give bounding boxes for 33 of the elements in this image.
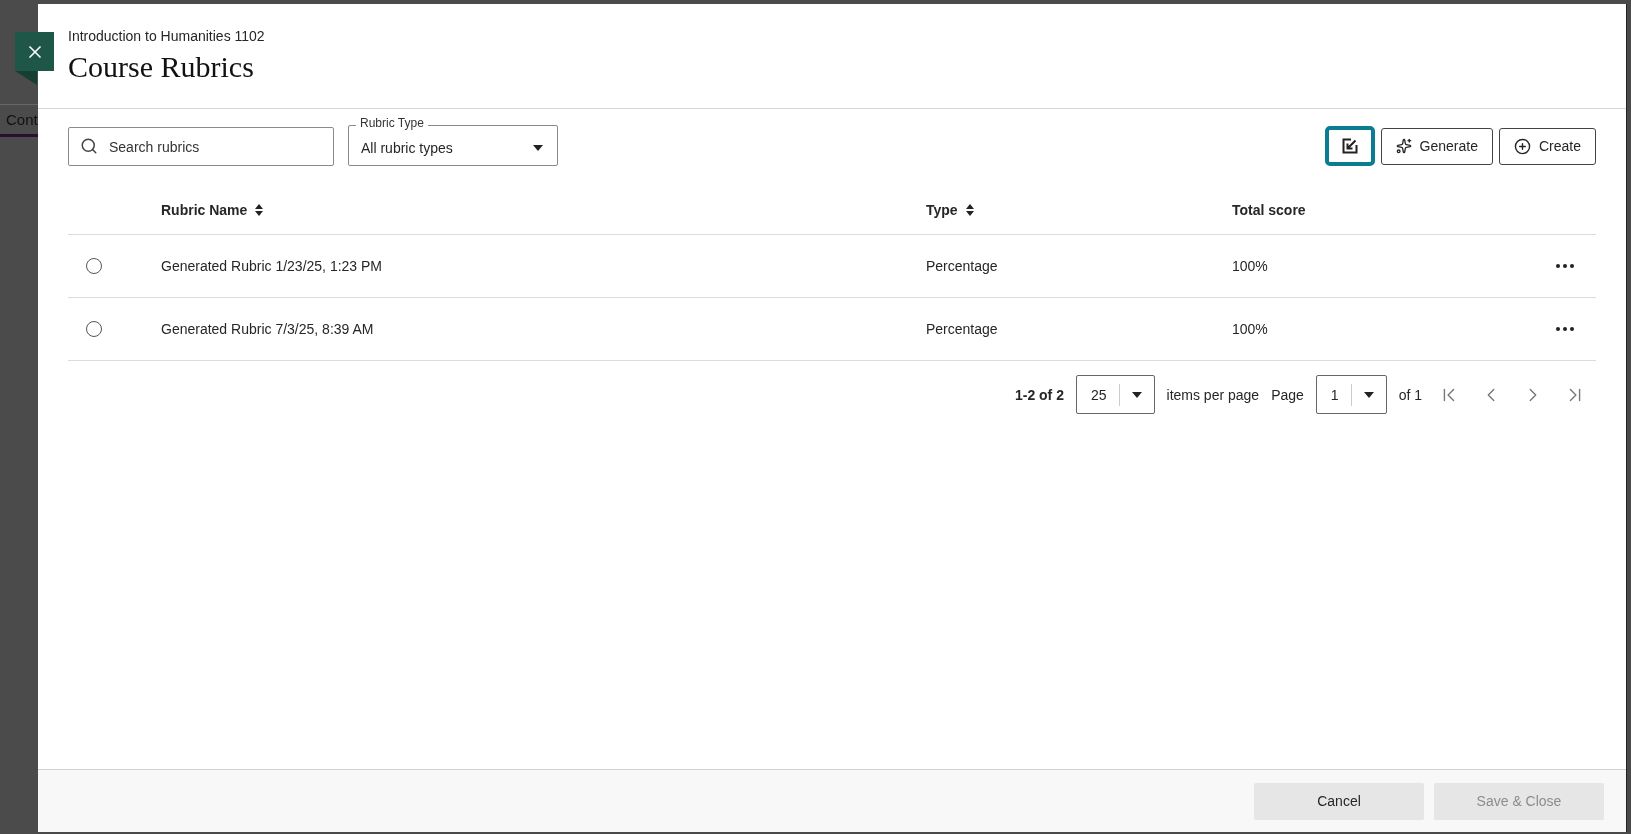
table-cell-text: 100% [1232,258,1269,274]
table-cell-text: Generated Rubric 7/3/25, 8:39 AM [161,321,375,337]
table-cell-text: 100% [1232,321,1269,337]
per-page-select[interactable]: 25 [1075,375,1155,414]
sort-icon[interactable] [965,204,974,216]
table-cell-text: Percentage [926,258,999,274]
page-select[interactable]: 1 [1315,375,1387,414]
table-cell-text: Generated Rubric 1/23/25, 1:23 PM [161,258,384,274]
create-button[interactable]: Create [1498,127,1596,165]
search-field[interactable]: Search rubrics [68,127,334,166]
caret-icon [1131,391,1142,398]
import-button[interactable] [1324,126,1375,166]
cancel-button[interactable]: Cancel [1254,782,1424,820]
select-label: Rubric Type [356,116,428,130]
caret-icon [533,144,543,151]
search-icon [80,137,98,155]
sparkle-icon [1395,138,1412,154]
page-count: of 1 [1398,386,1422,403]
add-icon [1513,137,1531,155]
column-header: Total score [1232,202,1306,218]
course-name: Introduction to Humanities 1102 [68,28,266,44]
per-page-label: items per page [1166,386,1260,403]
range-label: 1-2 of 2 [1014,386,1064,403]
generate-button[interactable]: Generate [1380,127,1493,165]
sort-icon[interactable] [255,204,264,216]
column-header[interactable]: Type [926,202,974,218]
caret-icon [1363,391,1374,398]
dialog-title: Course Rubrics [68,50,255,84]
close-button[interactable] [15,32,54,71]
page-label: Page [1271,386,1304,403]
column-header[interactable]: Rubric Name [161,202,264,218]
table-cell-text: Percentage [926,321,999,337]
import-icon [1341,138,1358,154]
